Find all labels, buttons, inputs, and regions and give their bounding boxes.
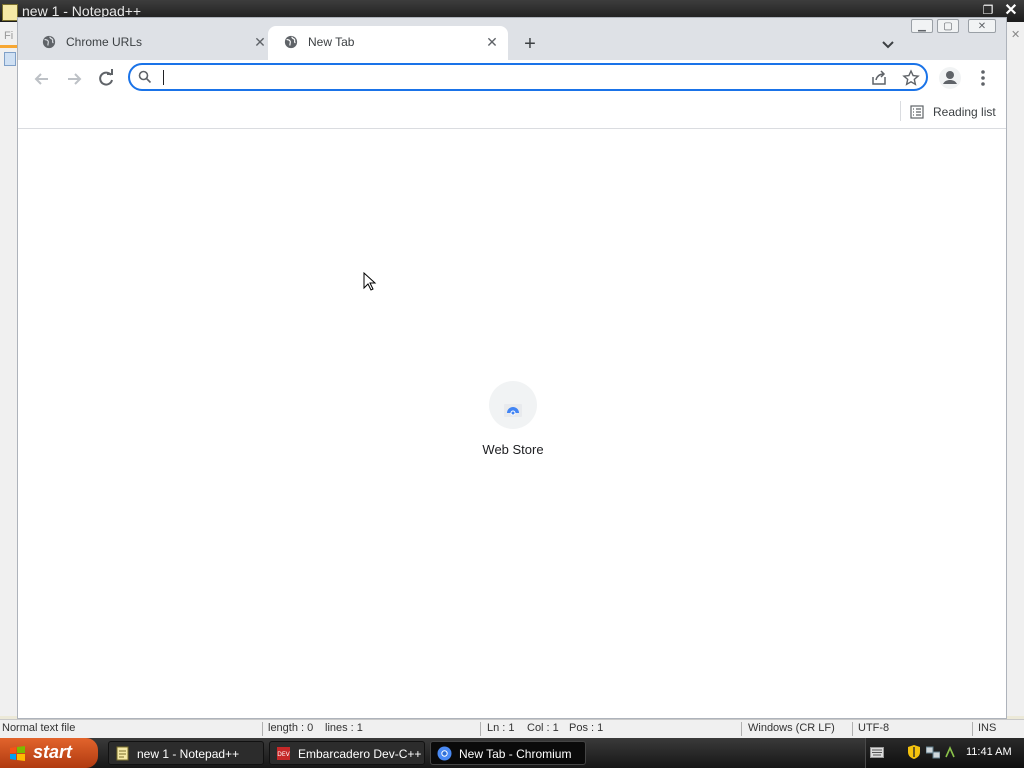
status-mode: INS (978, 722, 997, 734)
tab-close-icon[interactable]: ✕ (250, 32, 270, 52)
windows-flag-icon (10, 746, 25, 761)
security-shield-icon[interactable] (908, 745, 920, 759)
browser-toolbar (18, 60, 1006, 96)
connection-icon[interactable] (944, 746, 956, 759)
search-icon (138, 70, 152, 84)
tab-close-icon[interactable]: ✕ (482, 32, 502, 52)
status-length: length : 0 (268, 722, 314, 734)
taskbar-item-devcpp[interactable]: DEV Embarcadero Dev-C++ (269, 741, 425, 765)
taskbar-clock: 11:41 AM (966, 746, 1012, 758)
devcpp-icon: DEV (277, 747, 291, 760)
shortcut-icon-background (489, 381, 537, 429)
new-tab-button[interactable]: + (518, 32, 542, 56)
reading-list-button[interactable]: Reading list (908, 100, 998, 124)
bookmark-star-icon[interactable] (902, 69, 920, 87)
taskbar-item-label: Embarcadero Dev-C++ (298, 747, 422, 761)
keyboard-icon[interactable] (870, 747, 884, 758)
notepad-toolbar-accent (0, 45, 17, 48)
notepad-statusbar: Normal text file length : 0 lines : 1 Ln… (0, 719, 1024, 738)
shortcut-label: Web Store (482, 442, 544, 457)
notepad-left-edge: Fi (0, 22, 18, 716)
notepad-app-icon (2, 4, 18, 21)
new-tab-page: Web Store (18, 129, 1006, 718)
tab-search-chevron-icon[interactable] (878, 34, 898, 54)
shortcut-web-store[interactable]: Web Store (465, 379, 565, 469)
profile-avatar-icon[interactable] (938, 66, 962, 90)
notepad-icon (116, 746, 129, 761)
address-bar[interactable] (128, 63, 928, 91)
tab-strip: Chrome URLs ✕ New Tab ✕ + ▁ ▢ ✕ (18, 18, 1006, 60)
status-divider (852, 722, 853, 736)
more-menu-icon[interactable] (973, 66, 993, 90)
reading-list-label: Reading list (933, 105, 996, 119)
tab-new-tab[interactable]: New Tab ✕ (268, 26, 508, 60)
status-divider (480, 722, 481, 736)
tab-title: Chrome URLs (66, 35, 143, 49)
status-file-type: Normal text file (2, 722, 76, 734)
notepad-close-doc-icon[interactable]: ✕ (1011, 28, 1020, 41)
start-label: start (33, 742, 73, 762)
status-eol: Windows (CR LF) (748, 722, 835, 734)
start-button[interactable]: start (0, 738, 98, 768)
svg-text:DEV: DEV (277, 751, 290, 758)
status-ln: Ln : 1 (487, 722, 515, 734)
chromium-icon (437, 746, 452, 761)
maximize-button[interactable]: ▢ (937, 19, 959, 33)
system-tray: 11:41 AM (865, 738, 1024, 768)
taskbar-item-label: New Tab - Chromium (459, 747, 572, 761)
address-input[interactable] (164, 67, 858, 89)
network-icon[interactable] (926, 746, 940, 759)
reading-list-icon (910, 105, 924, 119)
bookmarks-bar: Reading list (18, 96, 1006, 129)
notepad-right-edge: ✕ (1007, 22, 1024, 716)
status-divider (972, 722, 973, 736)
status-encoding: UTF-8 (858, 722, 890, 734)
status-pos: Pos : 1 (569, 722, 604, 734)
notepad-menu-file[interactable]: Fi (4, 30, 13, 42)
minimize-button[interactable]: ▁ (911, 19, 933, 33)
taskbar-item-label: new 1 - Notepad++ (137, 747, 240, 761)
notepad-restore-button[interactable]: ❐ (980, 2, 996, 18)
notepad-new-file-icon[interactable] (4, 52, 16, 66)
status-lines: lines : 1 (325, 722, 363, 734)
mouse-pointer-icon (363, 272, 377, 291)
chromium-window: Chrome URLs ✕ New Tab ✕ + ▁ ▢ ✕ Reading … (17, 17, 1007, 719)
tab-title: New Tab (308, 35, 355, 49)
bookmarks-separator (900, 101, 901, 121)
globe-icon (284, 35, 298, 49)
globe-icon (42, 35, 56, 49)
taskbar: start new 1 - Notepad++ DEV Embarcadero … (0, 738, 1024, 768)
forward-arrow-icon[interactable] (61, 66, 87, 92)
web-store-icon (504, 404, 522, 417)
taskbar-item-chromium[interactable]: New Tab - Chromium (430, 741, 586, 765)
status-divider (262, 722, 263, 736)
share-icon[interactable] (870, 69, 888, 87)
reload-icon[interactable] (93, 66, 119, 92)
close-window-button[interactable]: ✕ (968, 19, 996, 33)
taskbar-item-notepad[interactable]: new 1 - Notepad++ (108, 741, 264, 765)
status-divider (741, 722, 742, 736)
status-col: Col : 1 (527, 722, 559, 734)
tab-chrome-urls[interactable]: Chrome URLs ✕ (26, 26, 268, 60)
back-arrow-icon[interactable] (29, 66, 55, 92)
